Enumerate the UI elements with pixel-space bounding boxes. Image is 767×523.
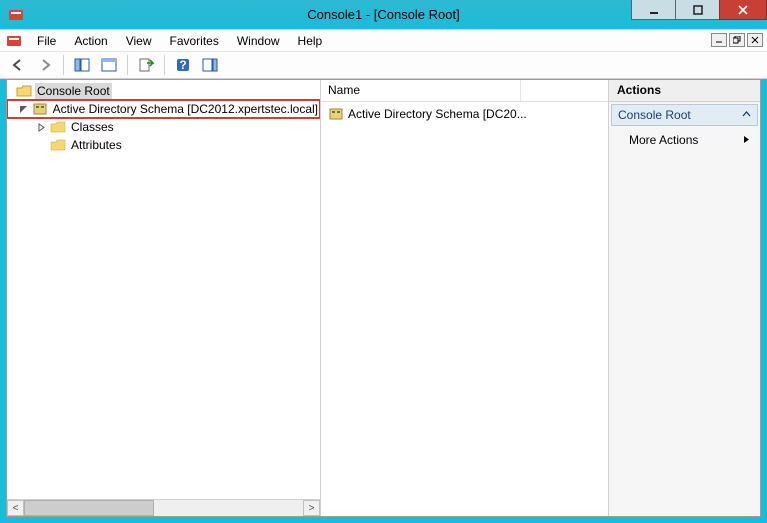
svg-text:?: ?	[179, 58, 186, 72]
folder-icon	[50, 137, 66, 153]
actions-pane: Actions Console Root More Actions	[609, 80, 760, 516]
mmc-app-icon	[8, 7, 24, 23]
window-controls	[632, 0, 767, 20]
expand-icon[interactable]	[35, 121, 47, 133]
menu-view[interactable]: View	[117, 31, 161, 51]
mdi-controls	[709, 33, 763, 47]
scroll-track[interactable]	[24, 500, 303, 516]
workspace: Console Root Active Directory Schema [DC…	[6, 79, 761, 517]
collapse-icon[interactable]	[18, 103, 29, 115]
column-header-name[interactable]: Name	[321, 80, 521, 101]
ad-schema-icon	[32, 101, 48, 117]
show-hide-action-pane-button[interactable]	[198, 53, 222, 77]
toolbar-separator	[63, 55, 64, 75]
submenu-arrow-icon	[743, 133, 750, 147]
actions-item-label: More Actions	[629, 133, 698, 147]
list-header: Name	[321, 80, 608, 102]
toolbar-separator	[164, 55, 165, 75]
toolbar-separator	[127, 55, 128, 75]
tree-horizontal-scrollbar[interactable]: < >	[7, 499, 320, 516]
tree-label: Console Root	[35, 83, 112, 99]
back-button[interactable]	[6, 53, 30, 77]
ad-schema-icon	[328, 106, 344, 122]
forward-button[interactable]	[33, 53, 57, 77]
scroll-thumb[interactable]	[24, 500, 154, 516]
mmc-doc-icon	[6, 33, 22, 49]
minimize-button[interactable]	[631, 0, 676, 20]
scroll-right-button[interactable]: >	[303, 500, 320, 516]
list-item-label: Active Directory Schema [DC20...	[348, 107, 527, 121]
collapse-group-icon	[742, 108, 751, 122]
maximize-button[interactable]	[675, 0, 720, 20]
actions-group-header[interactable]: Console Root	[611, 104, 758, 126]
tree-body: Console Root Active Directory Schema [DC…	[7, 80, 320, 499]
menu-favorites[interactable]: Favorites	[161, 31, 228, 51]
console-root-icon	[16, 83, 32, 99]
tree-label: Attributes	[69, 137, 124, 153]
tree-node-ad-schema[interactable]: Active Directory Schema [DC2012.xpertste…	[7, 100, 320, 118]
mdi-restore-button[interactable]	[729, 33, 745, 47]
tree-node-attributes[interactable]: ▸ Attributes	[7, 136, 320, 154]
mdi-minimize-button[interactable]	[711, 33, 727, 47]
tree-label: Active Directory Schema [DC2012.xpertste…	[51, 101, 320, 117]
close-button[interactable]	[719, 0, 767, 20]
toolbar: ?	[0, 51, 767, 79]
list-pane: Name Active Directory Schema [DC20...	[321, 80, 609, 516]
scroll-left-button[interactable]: <	[7, 500, 24, 516]
menu-file[interactable]: File	[28, 31, 65, 51]
tree-pane: Console Root Active Directory Schema [DC…	[7, 80, 321, 516]
up-one-level-button[interactable]	[97, 53, 121, 77]
titlebar: Console1 - [Console Root]	[0, 0, 767, 29]
show-hide-tree-button[interactable]	[70, 53, 94, 77]
tree-node-classes[interactable]: Classes	[7, 118, 320, 136]
tree-label: Classes	[69, 119, 116, 135]
list-body: Active Directory Schema [DC20...	[321, 102, 608, 516]
actions-group-label: Console Root	[618, 108, 691, 122]
actions-pane-title: Actions	[609, 80, 760, 102]
menubar: File Action View Favorites Window Help	[0, 29, 767, 51]
list-item-ad-schema[interactable]: Active Directory Schema [DC20...	[325, 105, 604, 123]
tree-node-console-root[interactable]: Console Root	[7, 82, 320, 100]
mdi-close-button[interactable]	[747, 33, 763, 47]
menu-help[interactable]: Help	[289, 31, 332, 51]
menu-action[interactable]: Action	[65, 31, 116, 51]
menu-window[interactable]: Window	[228, 31, 289, 51]
folder-icon	[50, 119, 66, 135]
actions-item-more-actions[interactable]: More Actions	[611, 129, 758, 151]
export-list-button[interactable]	[134, 53, 158, 77]
help-button[interactable]: ?	[171, 53, 195, 77]
